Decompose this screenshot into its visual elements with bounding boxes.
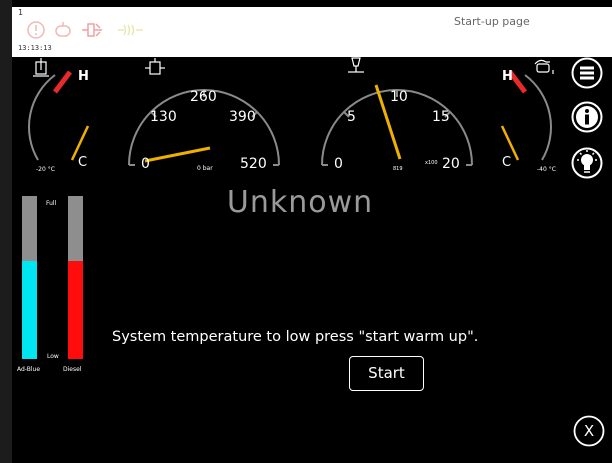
oil-pressure-tick-520: 520	[240, 156, 267, 172]
coolant-min-label: -20 °C	[36, 166, 55, 173]
close-button[interactable]: X	[573, 415, 605, 447]
coolant-temperature-icon	[33, 58, 49, 77]
rpm-unit: x100	[425, 160, 438, 166]
screen: 1 13:13:13 Start-up page H C -20 °C 0 13…	[0, 0, 612, 463]
oil-pressure-unit: 0 bar	[197, 165, 213, 172]
menu-icon[interactable]	[571, 57, 603, 89]
rpm-tick-15: 15	[432, 109, 450, 125]
close-label: X	[584, 422, 594, 440]
coolant-high-label: H	[78, 69, 89, 84]
adblue-level-fill	[22, 261, 37, 359]
oil-temperature-icon	[534, 59, 554, 74]
diesel-level-fill	[68, 261, 83, 359]
rpm-tick-10: 10	[390, 89, 408, 105]
adblue-label: Ad-Blue	[17, 366, 41, 373]
rpm-tick-5: 5	[347, 109, 356, 125]
rpm-readout: 819	[393, 166, 403, 172]
oil-pressure-icon	[145, 58, 165, 75]
engine-rpm-gauge: 0 5 10 15 20 819 x100	[321, 57, 473, 172]
oil-pressure-tick-390: 390	[229, 109, 256, 125]
rpm-tick-20: 20	[442, 156, 460, 172]
oil-pressure-gauge: 0 130 260 390 520 0 bar	[128, 58, 280, 172]
rpm-tick-0: 0	[334, 156, 343, 172]
oil-temperature-gauge: H C -40 °C	[500, 59, 556, 173]
oil-temp-high-label: H	[502, 69, 513, 84]
light-bulb-icon[interactable]	[571, 147, 603, 179]
info-icon[interactable]	[571, 101, 603, 133]
oil-temp-min-label: -40 °C	[537, 166, 556, 173]
low-label: Low	[47, 353, 59, 360]
oil-pressure-tick-130: 130	[150, 109, 177, 125]
diesel-label: Diesel	[63, 366, 82, 373]
oil-lamp-icon	[348, 57, 364, 73]
gauge-cluster: H C -20 °C 0 130 260 390 520 0 bar 0 5 1…	[28, 57, 556, 173]
adblue-level-bar	[22, 196, 37, 359]
oil-temp-low-label: C	[502, 155, 511, 170]
full-label: Full	[46, 200, 57, 207]
engine-status: Unknown	[226, 185, 374, 220]
diesel-level-bar	[68, 196, 83, 359]
oil-pressure-tick-0: 0	[141, 156, 150, 172]
warm-up-message: System temperature to low press "start w…	[112, 329, 479, 345]
coolant-temperature-gauge: H C -20 °C	[28, 58, 90, 173]
oil-pressure-tick-260: 260	[190, 89, 217, 105]
coolant-low-label: C	[78, 155, 87, 170]
start-button[interactable]: Start	[349, 356, 424, 391]
